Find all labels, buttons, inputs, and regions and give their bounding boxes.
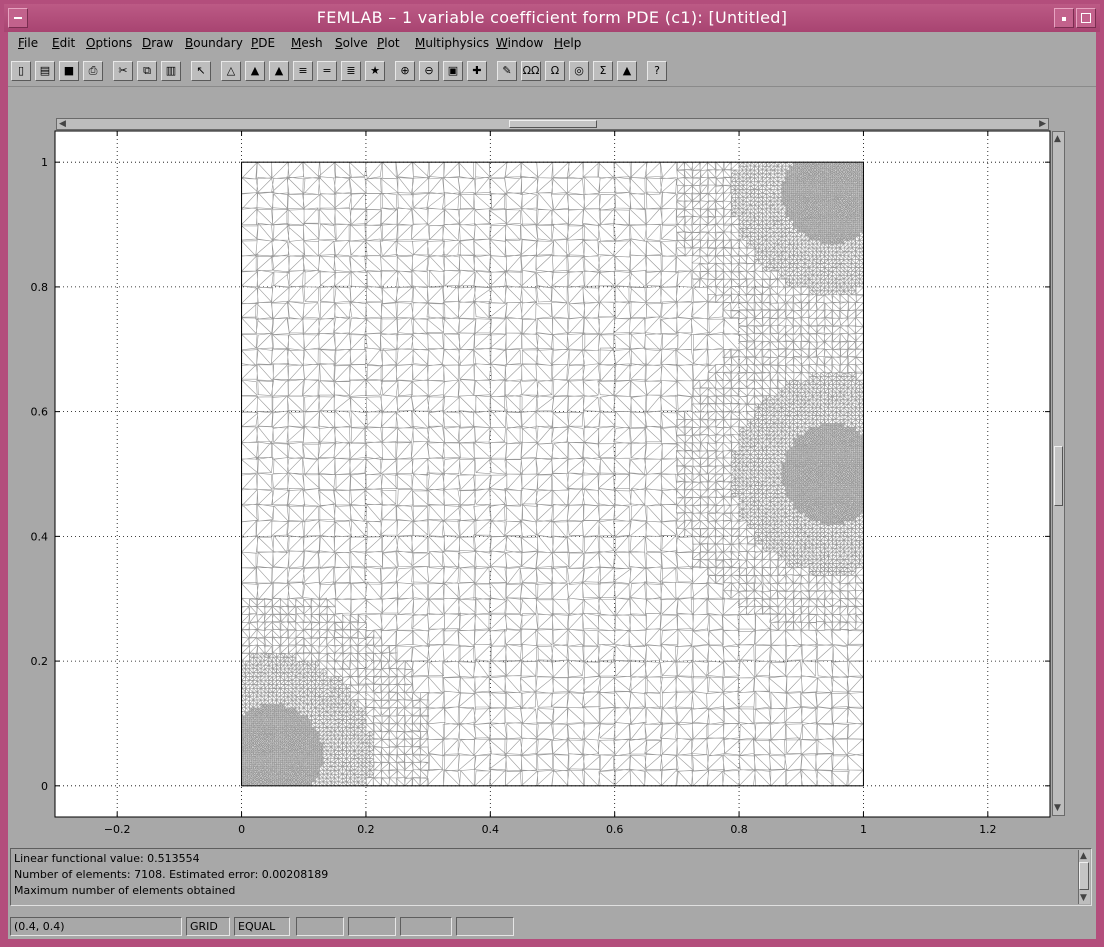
mesh-plot[interactable]: −0.2 0 0.2 0.4 0.6 0.8 1 1.2 0 0.2 0.4 0.6 0.8 1 <box>0 0 1104 947</box>
y-tick-label: 0.8 <box>31 281 49 294</box>
message-scroll-thumb[interactable] <box>1079 862 1089 890</box>
x-tick-label: 1.2 <box>979 823 997 836</box>
y-tick-label: 0.6 <box>31 406 49 419</box>
message-scrollbar[interactable]: ▲ ▼ <box>1078 850 1090 904</box>
y-tick-label: 0.4 <box>31 530 49 543</box>
equal-toggle[interactable]: EQUAL <box>234 917 290 936</box>
coordinate-readout: (0.4, 0.4) <box>10 917 182 936</box>
x-tick-label: 0 <box>238 823 245 836</box>
message-box: Linear functional value: 0.513554 Number… <box>10 848 1092 906</box>
status-field-empty <box>296 917 344 936</box>
status-field-empty <box>348 917 396 936</box>
x-tick-label: 1 <box>860 823 867 836</box>
scroll-up-icon[interactable]: ▲ <box>1080 851 1087 861</box>
x-tick-label: 0.8 <box>730 823 748 836</box>
x-tick-label: 0.2 <box>357 823 375 836</box>
scroll-down-icon[interactable]: ▼ <box>1080 893 1087 903</box>
status-bar: (0.4, 0.4) GRID EQUAL <box>10 916 1092 938</box>
message-line: Maximum number of elements obtained <box>14 884 236 897</box>
message-line: Linear functional value: 0.513554 <box>14 852 200 865</box>
y-tick-label: 0 <box>41 780 48 793</box>
y-tick-label: 0.2 <box>31 655 49 668</box>
x-tick-label: 0.4 <box>482 823 500 836</box>
x-tick-label: −0.2 <box>104 823 131 836</box>
status-field-empty <box>456 917 514 936</box>
status-field-empty <box>400 917 452 936</box>
y-tick-label: 1 <box>41 156 48 169</box>
x-tick-label: 0.6 <box>606 823 624 836</box>
message-line: Number of elements: 7108. Estimated erro… <box>14 868 329 881</box>
grid-toggle[interactable]: GRID <box>186 917 230 936</box>
